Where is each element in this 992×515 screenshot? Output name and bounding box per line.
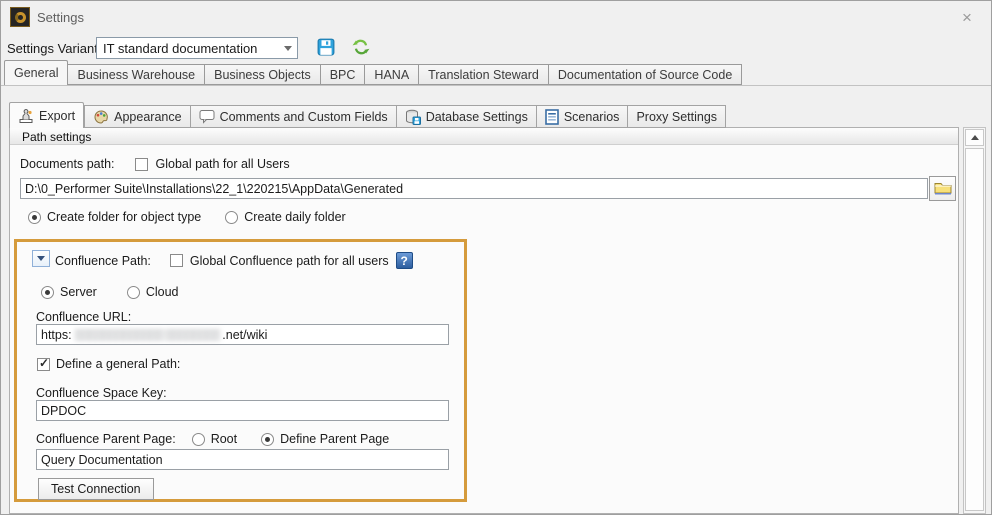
save-icon[interactable] (317, 38, 335, 56)
cloud-radio[interactable] (127, 286, 140, 299)
scrollbar-thumb[interactable] (965, 148, 984, 511)
scroll-up-button[interactable] (965, 129, 984, 146)
tab-export[interactable]: Export (9, 102, 84, 128)
tab-database-settings-label: Database Settings (426, 110, 528, 124)
tab-business-objects[interactable]: Business Objects (205, 64, 321, 85)
tab-proxy-settings-label: Proxy Settings (636, 110, 717, 124)
confluence-url-input[interactable]: https: ▒▒▒▒▒▒▒▒▒▒▒▒▒ ▒▒▒▒▒▒▒▒ .net/wiki (36, 324, 449, 345)
help-icon[interactable]: ? (396, 252, 413, 269)
confluence-parent-page-label: Confluence Parent Page: (36, 432, 176, 446)
refresh-icon[interactable] (352, 38, 370, 56)
global-path-checkbox[interactable] (135, 158, 148, 171)
tab-strip-divider (1, 85, 991, 86)
confluence-url-label: Confluence URL: (36, 310, 131, 324)
document-icon (545, 109, 559, 125)
tab-proxy-settings[interactable]: Proxy Settings (628, 105, 726, 128)
settings-dialog: Settings × Settings Variant: IT standard… (0, 0, 992, 515)
settings-variant-label: Settings Variant: (7, 41, 101, 56)
global-confluence-path-label: Global Confluence path for all users (190, 254, 389, 268)
root-radio-label: Root (211, 432, 237, 446)
create-daily-folder-label: Create daily folder (244, 210, 345, 224)
folder-icon (934, 180, 952, 198)
path-settings-title: Path settings (22, 130, 91, 144)
server-radio[interactable] (41, 286, 54, 299)
triangle-up-icon (971, 135, 979, 140)
cloud-radio-label: Cloud (146, 285, 179, 299)
create-folder-object-type-radio[interactable] (28, 211, 41, 224)
documents-path-input[interactable] (20, 178, 928, 199)
settings-variant-value: IT standard documentation (97, 41, 279, 56)
database-icon (405, 109, 421, 125)
confluence-space-key-input[interactable] (36, 400, 449, 421)
browse-folder-button[interactable] (929, 176, 956, 201)
tab-database-settings[interactable]: Database Settings (397, 105, 537, 128)
global-confluence-path-checkbox[interactable] (170, 254, 183, 267)
confluence-path-group: Confluence Path: Global Confluence path … (14, 239, 467, 502)
export-settings-panel: Path settings Documents path: Global pat… (9, 127, 959, 514)
url-prefix: https: (41, 328, 72, 342)
collapse-expander-button[interactable] (32, 250, 50, 267)
stamp-icon (18, 108, 34, 124)
settings-variant-dropdown[interactable]: IT standard documentation (96, 37, 298, 59)
url-suffix: .net/wiki (222, 328, 267, 342)
documents-path-label: Documents path: (20, 157, 115, 171)
sub-tab-strip: Export Appearance Comments and Custom (9, 102, 726, 128)
comment-bubble-icon (199, 109, 215, 124)
define-parent-page-label: Define Parent Page (280, 432, 389, 446)
tab-appearance[interactable]: Appearance (84, 105, 190, 128)
url-redacted-text: ▒▒▒▒▒▒▒▒▒▒▒▒▒ ▒▒▒▒▒▒▒▒ (75, 329, 220, 341)
tab-bpc[interactable]: BPC (321, 64, 366, 85)
define-general-path-label: Define a general Path: (56, 357, 180, 371)
window-title: Settings (37, 10, 84, 25)
root-radio[interactable] (192, 433, 205, 446)
path-settings-section-header: Path settings (10, 128, 958, 145)
confluence-parent-page-input[interactable] (36, 449, 449, 470)
tab-translation-steward[interactable]: Translation Steward (419, 64, 549, 85)
tab-scenarios[interactable]: Scenarios (537, 105, 629, 128)
chevron-down-icon[interactable] (279, 46, 297, 51)
tab-documentation-of-source-code[interactable]: Documentation of Source Code (549, 64, 742, 85)
triangle-down-icon (37, 256, 45, 261)
confluence-space-key-label: Confluence Space Key: (36, 386, 167, 400)
main-tab-strip: General Business Warehouse Business Obje… (4, 61, 742, 85)
global-path-checkbox-label: Global path for all Users (156, 157, 290, 171)
test-connection-button[interactable]: Test Connection (38, 478, 154, 500)
tab-business-warehouse[interactable]: Business Warehouse (68, 64, 205, 85)
tab-comments-label: Comments and Custom Fields (220, 110, 388, 124)
close-icon[interactable]: × (957, 8, 977, 28)
tab-comments-and-custom-fields[interactable]: Comments and Custom Fields (191, 105, 397, 128)
tab-scenarios-label: Scenarios (564, 110, 620, 124)
create-folder-object-type-label: Create folder for object type (47, 210, 201, 224)
create-daily-folder-radio[interactable] (225, 211, 238, 224)
title-bar: Settings × (1, 1, 991, 33)
vertical-scrollbar[interactable] (963, 127, 986, 514)
tab-export-label: Export (39, 109, 75, 123)
tab-hana[interactable]: HANA (365, 64, 419, 85)
tab-appearance-label: Appearance (114, 110, 181, 124)
server-radio-label: Server (60, 285, 97, 299)
confluence-path-label: Confluence Path: (55, 254, 151, 268)
palette-icon (93, 109, 109, 125)
tab-general[interactable]: General (4, 60, 68, 85)
define-parent-page-radio[interactable] (261, 433, 274, 446)
app-logo-icon (10, 7, 30, 27)
define-general-path-checkbox[interactable] (37, 358, 50, 371)
